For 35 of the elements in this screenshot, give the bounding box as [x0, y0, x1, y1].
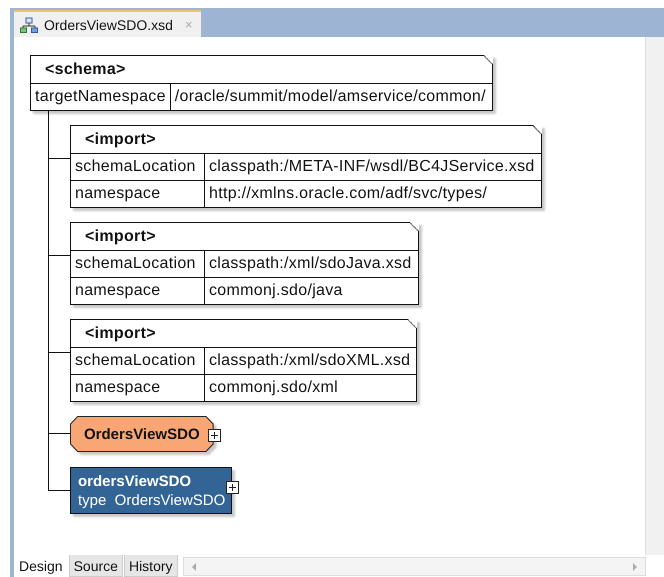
element-type: type OrdersViewSDO: [78, 491, 226, 510]
folded-corner-icon: [410, 222, 419, 231]
attribute-name: targetNamespace: [31, 84, 171, 110]
import-node[interactable]: <import> schemaLocation classpath:/xml/sdoJava.xsd namespace commonj.sdo/java: [70, 222, 419, 305]
attribute-name: schemaLocation: [71, 348, 205, 374]
complex-type-node[interactable]: OrdersViewSDO: [70, 416, 214, 452]
attribute-value: http://xmlns.oracle.com/adf/svc/types/: [208, 184, 488, 204]
scroll-left-icon[interactable]: [190, 562, 198, 572]
attribute-name: schemaLocation: [71, 251, 205, 277]
folded-corner-icon: [532, 125, 542, 134]
attribute-value: commonj.sdo/xml: [208, 378, 339, 398]
tab-title: OrdersViewSDO.xsd: [44, 16, 173, 32]
attribute-name: namespace: [71, 375, 205, 401]
attribute-name: schemaLocation: [71, 154, 205, 180]
expand-icon[interactable]: [208, 428, 221, 442]
folded-corner-icon: [484, 55, 493, 64]
attribute-value: /oracle/summit/model/amservice/common/: [174, 87, 487, 107]
editor-tab[interactable]: OrdersViewSDO.xsd ×: [14, 10, 200, 37]
element-name: ordersViewSDO: [78, 472, 192, 491]
schema-node[interactable]: <schema> targetNamespace /oracle/summit/model/amservice/common/: [30, 55, 493, 111]
import-node[interactable]: <import> schemaLocation classpath:/xml/sdoXML.xsd namespace commonj.sdo/xml: [70, 319, 418, 402]
hierarchy-icon: [20, 16, 38, 32]
element-node[interactable]: ordersViewSDO type OrdersViewSDO: [70, 467, 232, 514]
folded-corner-icon: [408, 319, 418, 328]
expand-icon[interactable]: [226, 481, 240, 494]
attribute-value: classpath:/META-INF/wsdl/BC4JService.xsd: [208, 157, 536, 177]
scroll-right-icon[interactable]: [631, 562, 639, 572]
attribute-name: namespace: [71, 181, 205, 207]
attribute-name: namespace: [71, 278, 205, 304]
import-node[interactable]: <import> schemaLocation classpath:/META-INF/wsdl/BC4JService.xsd namespace http://xmlns.oracle.com/adf/svc/types/: [70, 125, 542, 208]
attribute-value: classpath:/xml/sdoXML.xsd: [208, 351, 412, 371]
view-tab[interactable]: Source: [68, 555, 123, 577]
attribute-value: classpath:/xml/sdoJava.xsd: [208, 254, 413, 274]
view-tab[interactable]: History: [124, 555, 178, 577]
attribute-value: commonj.sdo/java: [208, 281, 344, 301]
